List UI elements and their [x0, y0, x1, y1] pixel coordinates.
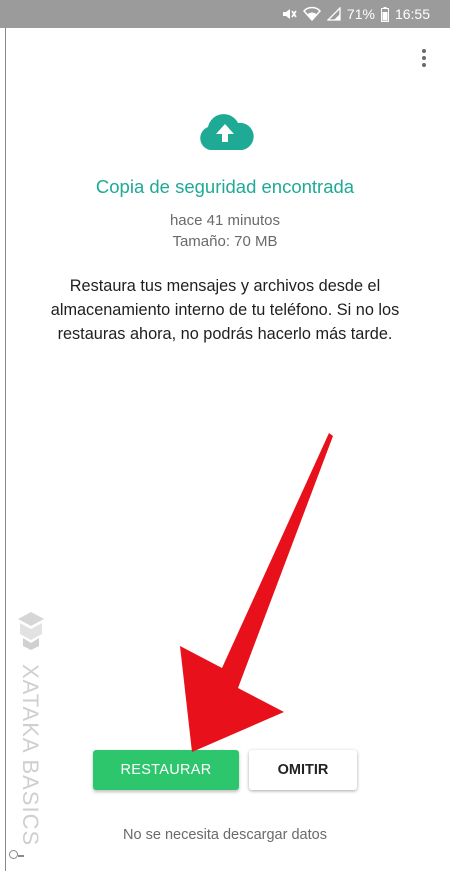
clock: 16:55 — [394, 6, 430, 22]
backup-title: Copia de seguridad encontrada — [95, 176, 355, 197]
skip-button[interactable]: OMITIR — [249, 750, 357, 790]
more-vert-icon-dot — [422, 63, 426, 67]
more-vert-icon — [422, 49, 426, 53]
signal-icon — [326, 7, 341, 21]
backup-time: hace 41 minutos — [169, 212, 281, 229]
frame-line — [18, 855, 24, 857]
status-bar: 71% 16:55 — [0, 0, 450, 28]
more-options-button[interactable] — [414, 44, 434, 72]
no-download-note: No se necesita descargar datos — [123, 827, 327, 843]
battery-percent: 71% — [346, 6, 375, 22]
page-frame — [5, 28, 450, 871]
frame-circle — [9, 850, 18, 859]
watermark-logo — [18, 612, 44, 650]
restore-description: Restaura tus mensajes y archivos desde e… — [50, 277, 400, 343]
backup-size: Tamaño: 70 MB — [172, 233, 278, 250]
battery-icon — [380, 6, 389, 22]
watermark-text: XATAKA BASICS — [18, 664, 43, 847]
more-vert-icon-dot — [422, 56, 426, 60]
wifi-icon — [302, 6, 321, 22]
cloud-upload-icon — [200, 114, 254, 150]
restore-button[interactable]: RESTAURAR — [93, 750, 239, 790]
status-icons: 71% 16:55 — [281, 0, 430, 28]
mute-icon — [281, 6, 297, 22]
